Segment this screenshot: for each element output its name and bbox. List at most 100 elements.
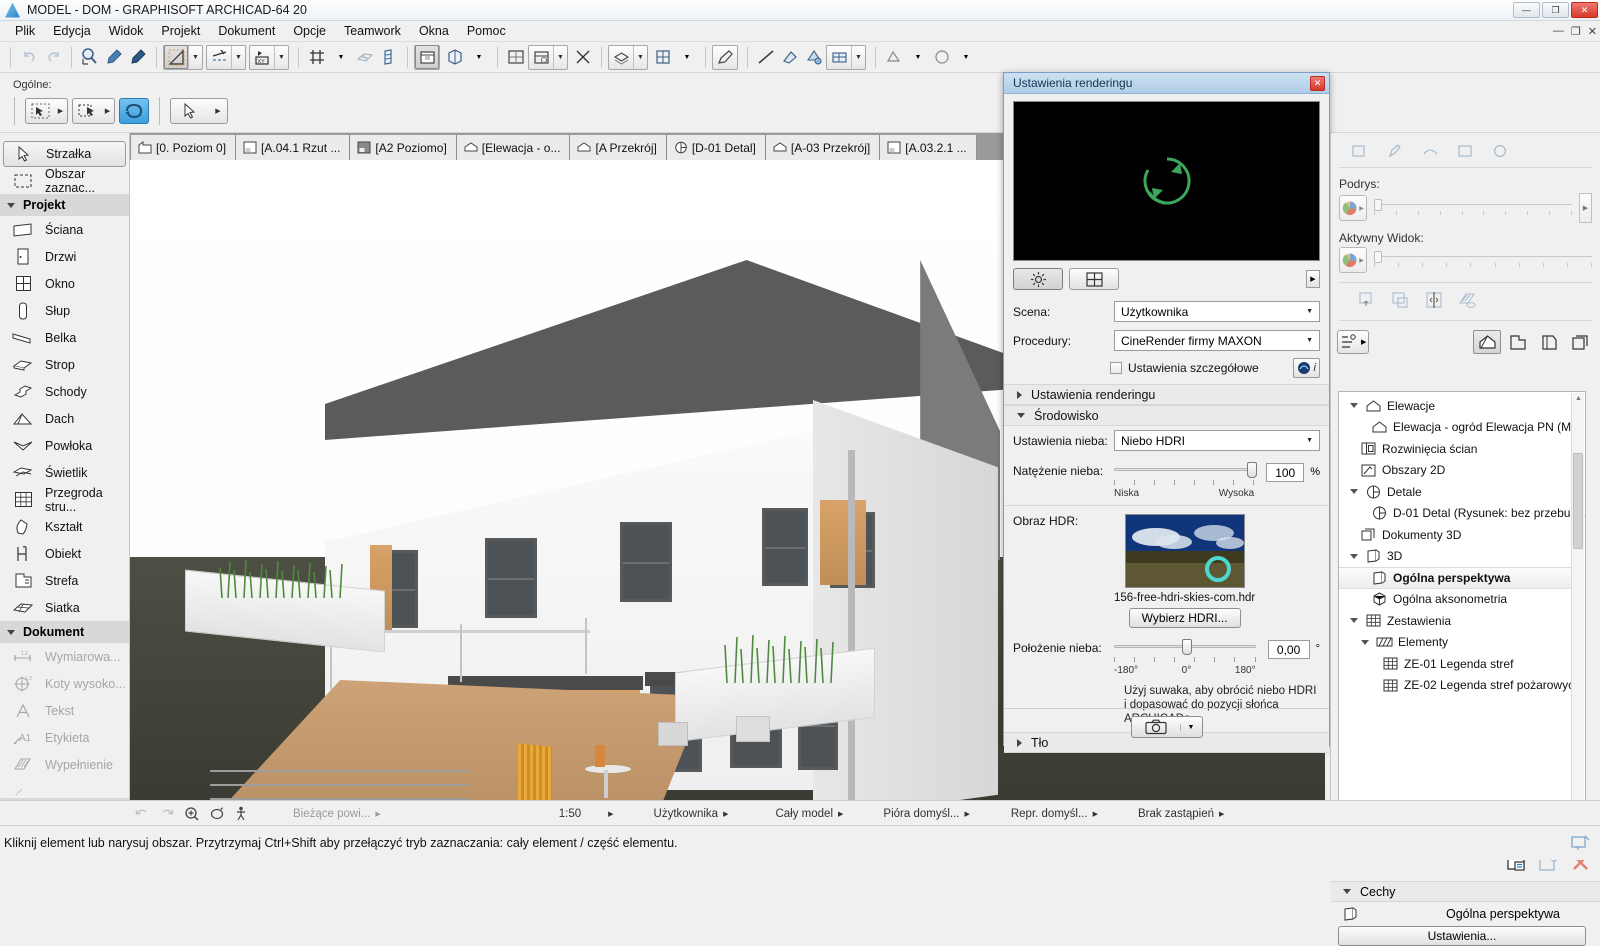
- menu-teamwork[interactable]: Teamwork: [335, 22, 410, 40]
- redo-icon[interactable]: [41, 45, 65, 69]
- tree-row-detale[interactable]: Detale: [1342, 481, 1571, 503]
- chevron-right-icon[interactable]: ▶: [1093, 810, 1098, 818]
- tool-group-projekt[interactable]: Projekt: [0, 194, 129, 216]
- menu-pomoc[interactable]: Pomoc: [458, 22, 515, 40]
- aktywny-widok-color-button[interactable]: ▶: [1339, 247, 1367, 273]
- rotate-trace-icon[interactable]: [1392, 292, 1411, 309]
- tab-section-a03[interactable]: [A-03 Przekrój]: [766, 135, 880, 160]
- redo-view-icon[interactable]: [159, 806, 175, 821]
- snap-guide-icon[interactable]: [207, 45, 231, 69]
- fill-style-icon[interactable]: [778, 45, 802, 69]
- chevron-down-icon[interactable]: ▼: [633, 46, 647, 69]
- chevron-down-icon[interactable]: ▼: [329, 45, 353, 69]
- chevron-right-icon[interactable]: ▶: [54, 107, 67, 115]
- tool-koty-wysokosciowe[interactable]: 1.2 Koty wysoko...: [0, 670, 129, 697]
- podrys-intensity-slider[interactable]: [1374, 197, 1572, 219]
- 3d-cutaway-icon[interactable]: [443, 45, 467, 69]
- chevron-down-icon[interactable]: ▼: [906, 45, 930, 69]
- tool-strop[interactable]: Strop: [0, 351, 129, 378]
- tool-dach[interactable]: Dach: [0, 405, 129, 432]
- pen-group[interactable]: [712, 45, 738, 70]
- chevron-down-icon[interactable]: ▼: [274, 46, 288, 69]
- 3d-window-icon[interactable]: [415, 45, 439, 69]
- tool-etykieta[interactable]: A1 Etykieta: [0, 724, 129, 751]
- detailed-settings-checkbox[interactable]: [1110, 362, 1122, 374]
- navigator-tab-view-map[interactable]: [1504, 330, 1532, 354]
- rotate-view-button[interactable]: [119, 98, 149, 124]
- podrys-expand-button[interactable]: ▶: [1579, 193, 1592, 223]
- trim-icon[interactable]: [571, 45, 595, 69]
- render-photorender-button[interactable]: ▼: [1131, 716, 1203, 738]
- snap-group[interactable]: ▼: [206, 45, 246, 70]
- chevron-right-icon[interactable]: ▶: [1361, 338, 1366, 346]
- sky-intensity-input[interactable]: 100: [1266, 463, 1304, 482]
- building-material-group[interactable]: ▼: [826, 45, 866, 70]
- tool-siatka[interactable]: Siatka: [0, 594, 129, 621]
- tab-storey[interactable]: [0. Poziom 0]: [130, 135, 236, 160]
- layer-settings-icon[interactable]: [1349, 141, 1372, 162]
- status-layer-combination[interactable]: Użytkownika ▶: [654, 808, 729, 820]
- structure-display-icon[interactable]: [651, 45, 675, 69]
- dialog-close-button[interactable]: ✕: [1310, 76, 1325, 91]
- chevron-right-icon[interactable]: ▶: [1359, 257, 1364, 264]
- chevron-right-icon[interactable]: ▶: [209, 107, 227, 115]
- sky-position-slider[interactable]: [1114, 638, 1256, 664]
- chevron-down-icon[interactable]: [1348, 554, 1359, 559]
- minimize-button[interactable]: —: [1513, 2, 1540, 18]
- renovation-icon[interactable]: [1489, 141, 1512, 162]
- scroll-up-icon[interactable]: ▲: [1572, 395, 1585, 402]
- renovation-filter-icon[interactable]: [529, 45, 553, 69]
- undo-view-icon[interactable]: [134, 806, 150, 821]
- tree-row-zestawienia[interactable]: Zestawienia: [1342, 610, 1571, 632]
- building-material-icon[interactable]: [827, 45, 851, 69]
- chevron-down-icon[interactable]: ▼: [1180, 724, 1202, 731]
- navigator-tab-project-map[interactable]: [1473, 330, 1501, 354]
- hdr-preview-thumbnail[interactable]: [1125, 514, 1245, 588]
- surface-icon[interactable]: [802, 45, 826, 69]
- teamwork-icon[interactable]: [882, 45, 906, 69]
- navigator-tab-publisher[interactable]: [1566, 330, 1594, 354]
- status-current-view[interactable]: Bieżące powi... ▶: [293, 808, 381, 820]
- tool-slup[interactable]: Słup: [0, 297, 129, 324]
- maximize-button[interactable]: ❐: [1542, 2, 1569, 18]
- orbit-icon[interactable]: [209, 806, 225, 821]
- chevron-right-icon[interactable]: ▶: [838, 810, 843, 818]
- tree-row-d01-detal[interactable]: D-01 Detal (Rysunek: bez przebud...: [1342, 503, 1571, 525]
- chevron-down-icon[interactable]: [1348, 489, 1359, 494]
- status-scale[interactable]: 1:50 ▶: [559, 808, 614, 820]
- tree-row-ogolna-aksonometria[interactable]: Ogólna aksonometria: [1342, 589, 1571, 611]
- guide-lines-group[interactable]: ▼: [163, 45, 203, 70]
- chevron-down-icon[interactable]: ▼: [954, 45, 978, 69]
- menu-opcje[interactable]: Opcje: [284, 22, 335, 40]
- navigator-tab-layout-book[interactable]: [1535, 330, 1563, 354]
- chevron-down-icon[interactable]: ▼: [675, 45, 699, 69]
- chevron-down-icon[interactable]: [1348, 618, 1359, 623]
- tree-row-ze02[interactable]: ZE-02 Legenda stref pożarowyc...: [1342, 675, 1571, 697]
- engine-select[interactable]: CineRender firmy MAXON ▼: [1114, 330, 1320, 351]
- wall-display-icon[interactable]: [377, 45, 401, 69]
- tree-row-dokumenty-3d[interactable]: Dokumenty 3D: [1342, 524, 1571, 546]
- xy-coordinate-icon[interactable]: XY: [250, 45, 274, 69]
- aktywny-widok-intensity-slider[interactable]: [1374, 249, 1592, 271]
- undo-icon[interactable]: [17, 45, 41, 69]
- grid-snap-icon[interactable]: [305, 45, 329, 69]
- slider-knob[interactable]: [1374, 199, 1382, 211]
- tab-masterlayout-a2[interactable]: [A2 Poziomo]: [350, 135, 456, 160]
- coordinate-group[interactable]: XY ▼: [249, 45, 289, 70]
- marquee-3d-icon[interactable]: [504, 45, 528, 69]
- menu-projekt[interactable]: Projekt: [152, 22, 209, 40]
- select-hdri-button[interactable]: Wybierz HDRI...: [1129, 608, 1241, 628]
- split-view-icon[interactable]: [1425, 292, 1444, 309]
- navigator-tree[interactable]: Elewacje Elewacja - ogród Elewacja PN (M…: [1338, 391, 1586, 831]
- render-settings-dialog[interactable]: Ustawienia renderingu ✕: [1003, 72, 1330, 746]
- tool-obiekt[interactable]: Obiekt: [0, 540, 129, 567]
- tab-detail-d01[interactable]: [D-01 Detal]: [667, 135, 766, 160]
- tool-drzwi[interactable]: Drzwi: [0, 243, 129, 270]
- eyedropper-inject-icon[interactable]: [126, 45, 150, 69]
- close-button[interactable]: ✕: [1571, 2, 1598, 18]
- menu-edycja[interactable]: Edycja: [44, 22, 100, 40]
- tree-row-elewacja-ogrod[interactable]: Elewacja - ogród Elewacja PN (M...: [1342, 417, 1571, 439]
- chevron-right-icon[interactable]: ▶: [723, 810, 728, 818]
- tree-row-3d[interactable]: 3D: [1342, 546, 1571, 568]
- mdi-restore-button[interactable]: ❐: [1571, 25, 1581, 38]
